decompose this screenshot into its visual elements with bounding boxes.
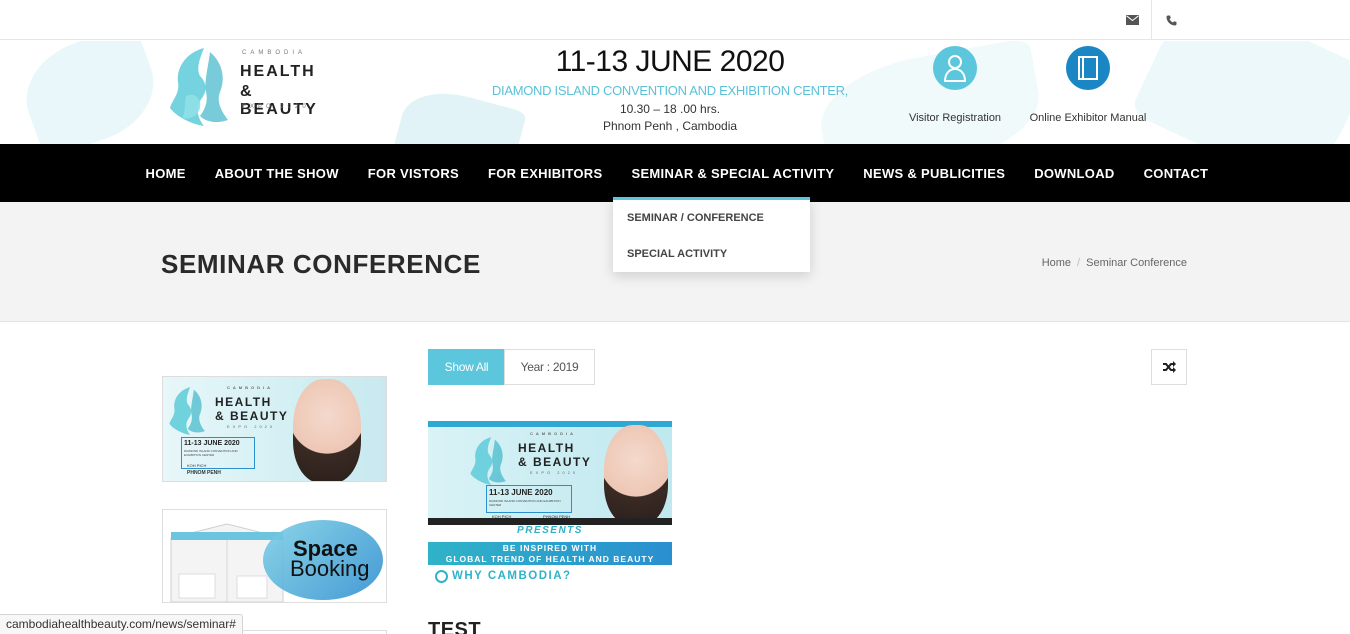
space-booking-banner[interactable]: Space Booking	[162, 509, 387, 603]
filter-show-all-button[interactable]: Show All	[428, 349, 505, 385]
breadcrumb-home[interactable]: Home	[1042, 257, 1071, 269]
thumb-logo-country: CAMBODIA	[530, 431, 576, 436]
globe-icon	[435, 570, 448, 583]
nav-item-exhibitors[interactable]: FOR EXHIBITORS	[473, 144, 616, 202]
post-title[interactable]: TEST	[428, 619, 481, 634]
breadcrumb-separator: /	[1077, 257, 1081, 269]
nav-item-about[interactable]: ABOUT THE SHOW	[200, 144, 353, 202]
breadcrumb-current: Seminar Conference	[1086, 257, 1187, 269]
phone-link[interactable]	[1152, 0, 1190, 40]
model-portrait	[293, 379, 361, 481]
site-header: CAMBODIA HEALTH & BEAUTY EXPO 2020 11-13…	[0, 41, 1350, 144]
thumb-logo-expo: EXPO 2020	[530, 470, 579, 475]
shuffle-icon	[1163, 361, 1176, 373]
thumb-inspire-line2: GLOBAL TREND OF HEALTH AND BEAUTY	[445, 554, 655, 564]
model-portrait	[604, 425, 668, 525]
banner-location2: PHNOM PENH	[187, 470, 221, 476]
filter-year-button[interactable]: Year : 2019	[504, 349, 595, 385]
visitor-registration-label: Visitor Registration	[908, 112, 1002, 124]
nav-item-home[interactable]: HOME	[131, 144, 200, 202]
space-booking-line2: Booking	[290, 556, 370, 581]
logo-text-country: CAMBODIA	[242, 50, 307, 56]
visitor-registration-button[interactable]: Visitor Registration	[905, 46, 1005, 124]
logo-face-icon	[170, 48, 228, 126]
decorative-swirl	[11, 41, 169, 144]
thumb-info-box: 11-13 JUNE 2020 DIAMOND ISLAND CONVENTIO…	[486, 485, 572, 513]
seminar-dropdown-menu: SEMINAR / CONFERENCE SPECIAL ACTIVITY	[613, 197, 810, 272]
site-logo[interactable]: CAMBODIA HEALTH & BEAUTY EXPO 2020	[166, 46, 336, 136]
breadcrumb: Home / Seminar Conference	[1042, 257, 1187, 269]
logo-text-beauty: & BEAUTY	[240, 83, 318, 118]
event-city: Phnom Penh , Cambodia	[602, 119, 738, 133]
event-date: 11-13 JUNE 2020	[555, 45, 785, 78]
mail-link[interactable]	[1114, 0, 1152, 40]
nav-item-visitors[interactable]: FOR VISTORS	[353, 144, 473, 202]
main-nav: HOME ABOUT THE SHOW FOR VISTORS FOR EXHI…	[0, 144, 1350, 202]
thumb-venue: DIAMOND ISLAND CONVENTION AND EXHIBITION…	[489, 499, 561, 507]
page-title: SEMINAR CONFERENCE	[161, 249, 481, 279]
thumb-why-cambodia: WHY CAMBODIA?	[428, 565, 672, 588]
user-icon	[933, 46, 977, 90]
thumb-inspire-block: BE INSPIRED WITH GLOBAL TREND OF HEALTH …	[428, 542, 672, 565]
logo-face-icon	[169, 387, 205, 435]
logo-face-icon	[470, 437, 506, 485]
post-thumbnail[interactable]: CAMBODIA HEALTH & BEAUTY EXPO 2020 11-13…	[428, 421, 672, 588]
exhibitor-manual-button[interactable]: Online Exhibitor Manual	[1028, 46, 1148, 124]
event-info: 11-13 JUNE 2020 DIAMOND ISLAND CONVENTIO…	[470, 45, 870, 133]
decorative-swirl	[1129, 41, 1350, 144]
post-thumbnail-banner: CAMBODIA HEALTH & BEAUTY EXPO 2020 11-13…	[428, 421, 672, 525]
thumb-presents: PRESENTS	[428, 525, 672, 542]
book-icon	[1066, 46, 1110, 90]
browser-status-bar: cambodiahealthbeauty.com/news/seminar#	[0, 614, 243, 634]
shuffle-button[interactable]	[1151, 349, 1187, 385]
thumb-divider	[428, 518, 672, 525]
nav-item-seminar[interactable]: SEMINAR & SPECIAL ACTIVITY	[617, 144, 849, 202]
expo-banner[interactable]: CAMBODIA HEALTH & BEAUTY EXPO 2020 11-13…	[162, 376, 387, 482]
thumb-inspire-line1: BE INSPIRED WITH	[502, 543, 598, 553]
banner-logo-health: HEALTH	[215, 395, 272, 409]
banner-date: 11-13 JUNE 2020	[184, 440, 240, 447]
event-venue: DIAMOND ISLAND CONVENTION AND EXHIBITION…	[491, 83, 849, 98]
banner-logo-country: CAMBODIA	[227, 385, 273, 390]
thumb-why-text: WHY CAMBODIA?	[452, 570, 572, 582]
nav-item-contact[interactable]: CONTACT	[1129, 144, 1223, 202]
thumb-logo-beauty: & BEAUTY	[518, 455, 592, 469]
banner-logo-beauty: & BEAUTY	[215, 409, 289, 423]
event-time: 10.30 – 18 .00 hrs.	[619, 102, 721, 116]
thumb-logo-health: HEALTH	[518, 441, 575, 455]
banner-venue: DIAMOND ISLAND CONVENTION AND EXHIBITION…	[184, 449, 238, 457]
logo-text-health: HEALTH	[240, 63, 316, 80]
dropdown-item-seminar-conference[interactable]: SEMINAR / CONFERENCE	[613, 200, 810, 236]
thumb-date: 11-13 JUNE 2020	[489, 488, 553, 497]
banner-logo-expo: EXPO 2020	[227, 424, 276, 429]
banner-location1: KOH PICH	[187, 463, 207, 468]
dropdown-item-special-activity[interactable]: SPECIAL ACTIVITY	[613, 236, 810, 272]
nav-item-download[interactable]: DOWNLOAD	[1020, 144, 1129, 202]
top-utility-bar	[0, 0, 1350, 40]
envelope-icon	[1126, 15, 1139, 25]
phone-icon	[1166, 15, 1176, 25]
exhibitor-manual-label: Online Exhibitor Manual	[1029, 112, 1147, 124]
logo-text-expo: EXPO 2020	[242, 104, 310, 110]
nav-item-news[interactable]: NEWS & PUBLICITIES	[849, 144, 1020, 202]
